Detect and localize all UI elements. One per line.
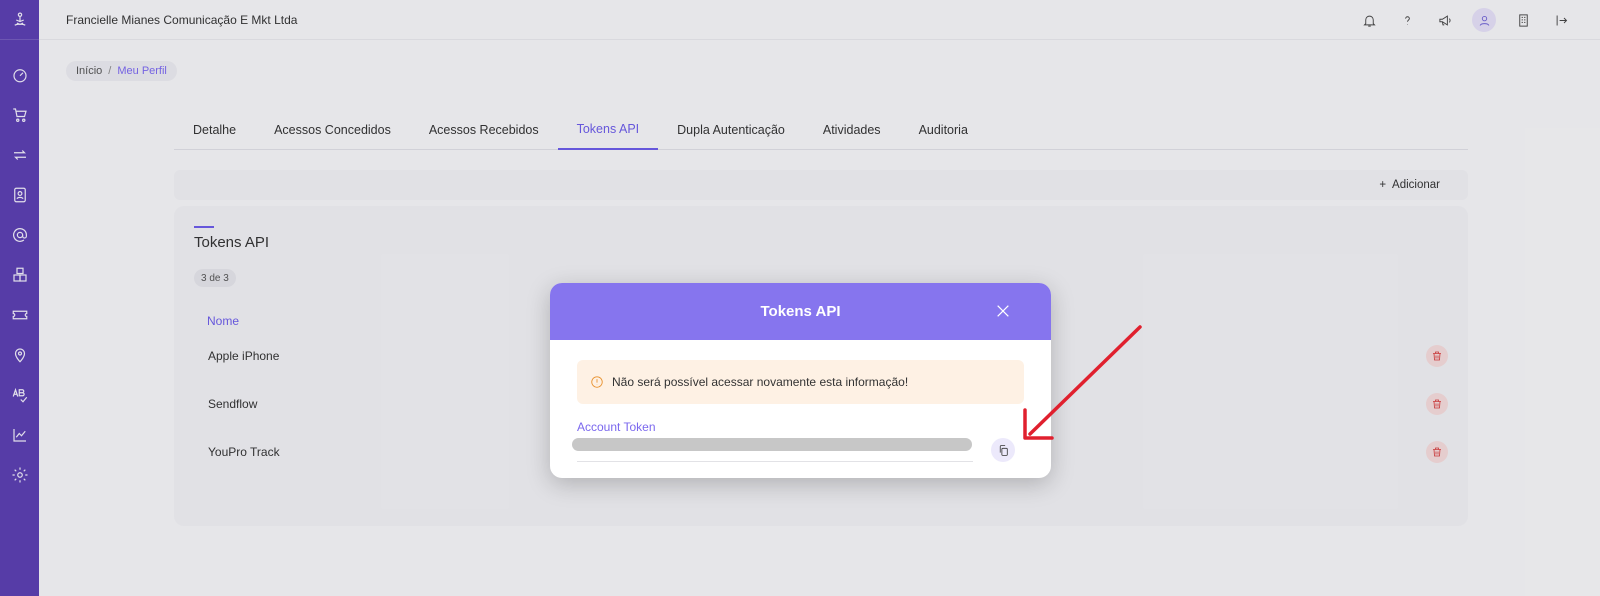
account-token-label: Account Token	[577, 420, 656, 434]
copy-icon	[999, 444, 1008, 456]
close-button[interactable]	[995, 303, 1011, 319]
account-token-value[interactable]: ••••••••••••••••••••••••••••••••	[572, 438, 972, 451]
tokens-api-modal: Tokens API Não será possível acessar nov…	[550, 283, 1051, 478]
close-icon	[997, 305, 1009, 317]
alert-text: Não será possível acessar novamente esta…	[612, 375, 909, 389]
copy-button[interactable]	[991, 438, 1015, 462]
warning-icon	[591, 376, 603, 388]
modal-title: Tokens API	[760, 303, 841, 320]
warning-alert: Não será possível acessar novamente esta…	[577, 360, 1024, 404]
modal-header: Tokens API	[550, 283, 1051, 340]
field-underline	[577, 461, 973, 462]
